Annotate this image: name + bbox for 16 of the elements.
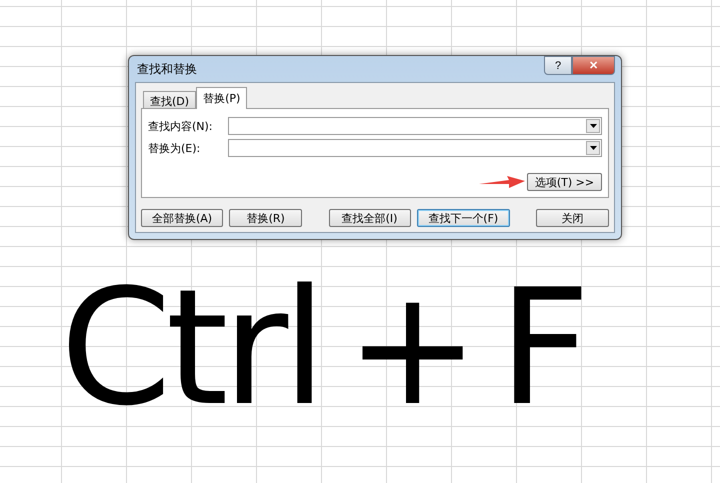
tab[interactable]: 替换(P) [196, 87, 248, 109]
handwritten-annotation: Ctrl + F [60, 268, 584, 428]
window-title: 查找和替换 [136, 60, 197, 78]
dialog-button[interactable]: 查找全部(I) [328, 209, 410, 227]
tab[interactable]: 查找(D) [143, 91, 196, 109]
dialog-button[interactable]: 关闭 [536, 209, 609, 227]
field-label: 查找内容(N): [148, 118, 214, 134]
options-button[interactable]: 选项(T) >> [527, 173, 602, 191]
dialog-button[interactable]: 替换(R) [229, 209, 302, 227]
combo-field[interactable] [228, 117, 602, 135]
combo-field[interactable] [228, 139, 602, 157]
pointer-arrow-icon [479, 176, 525, 188]
dialog-button[interactable]: 查找下一个(F) [416, 209, 510, 227]
help-button[interactable]: ? [544, 56, 572, 75]
dialog-button[interactable]: 全部替换(A) [141, 209, 223, 227]
field-label: 替换为(E): [148, 140, 202, 156]
